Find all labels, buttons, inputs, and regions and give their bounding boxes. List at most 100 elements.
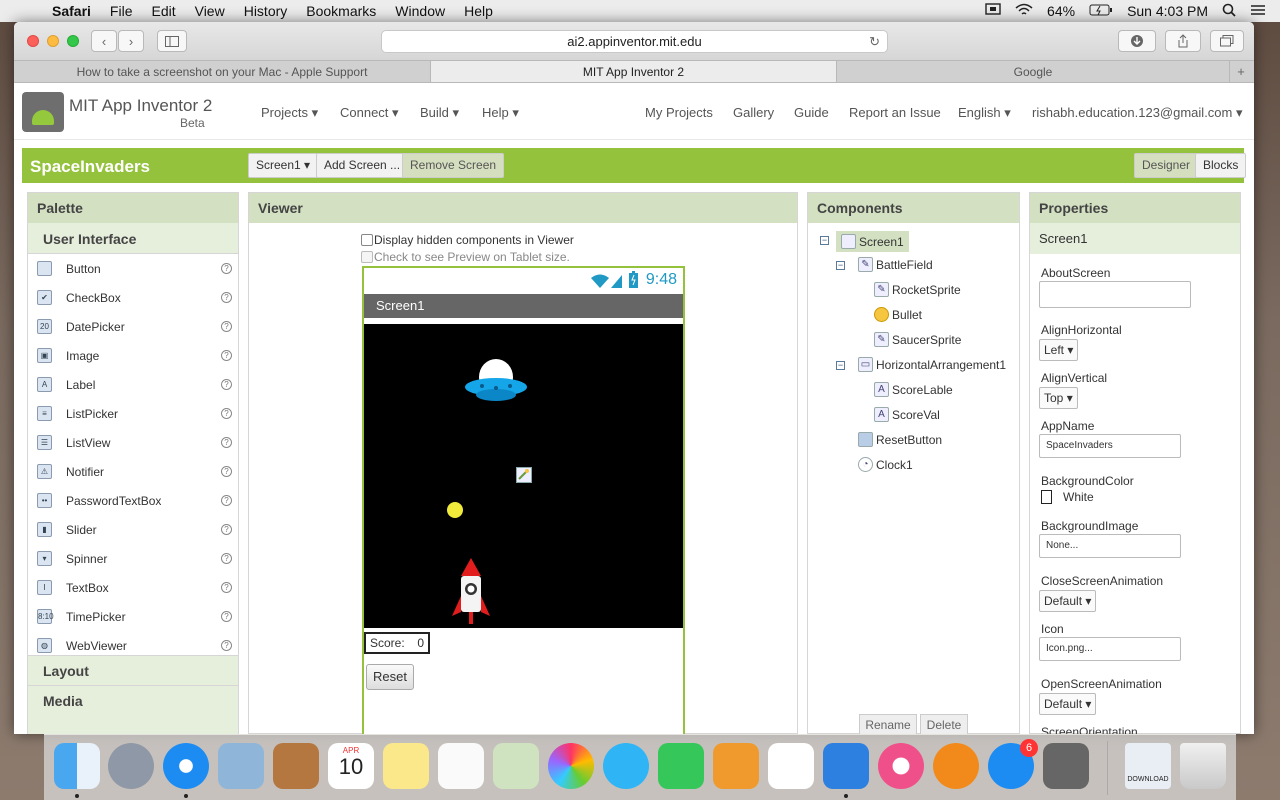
- tree-clock1[interactable]: ◔ Clock1: [858, 457, 913, 472]
- close-window-button[interactable]: [27, 35, 39, 47]
- rename-button[interactable]: Rename: [859, 714, 917, 734]
- report-issue-link[interactable]: Report an Issue: [849, 105, 941, 120]
- facetime-icon[interactable]: [658, 743, 704, 789]
- trash-icon[interactable]: [1180, 743, 1226, 789]
- help-icon[interactable]: ?: [221, 408, 232, 419]
- new-tab-button[interactable]: +: [1230, 61, 1252, 82]
- minimize-window-button[interactable]: [47, 35, 59, 47]
- sidebar-button[interactable]: [157, 30, 187, 52]
- forward-button[interactable]: ›: [118, 30, 144, 52]
- keynote-icon[interactable]: [823, 743, 869, 789]
- palette-item-passwordtextbox[interactable]: •• PasswordTextBox?: [28, 486, 238, 515]
- saucer-sprite[interactable]: [464, 357, 528, 407]
- menu-view[interactable]: View: [195, 3, 225, 19]
- media-section[interactable]: Media: [28, 685, 238, 734]
- ball-sprite[interactable]: [446, 501, 464, 519]
- collapse-battlefield-toggle[interactable]: −: [836, 261, 845, 270]
- pages-icon[interactable]: [713, 743, 759, 789]
- icon-input[interactable]: Icon.png...: [1039, 637, 1181, 661]
- connect-menu[interactable]: Connect ▾: [340, 105, 399, 121]
- mail-stamp-icon[interactable]: [218, 743, 264, 789]
- notification-center-icon[interactable]: [1250, 3, 1266, 19]
- tab-google[interactable]: Google: [837, 61, 1230, 82]
- help-menu[interactable]: Help ▾: [482, 105, 519, 121]
- photos-icon[interactable]: [548, 743, 594, 789]
- menu-help[interactable]: Help: [464, 3, 493, 19]
- maps-icon[interactable]: [493, 743, 539, 789]
- tree-horizontalarrangement1[interactable]: ▭ HorizontalArrangement1: [858, 357, 1006, 372]
- help-icon[interactable]: ?: [221, 321, 232, 332]
- help-icon[interactable]: ?: [221, 524, 232, 535]
- menu-window[interactable]: Window: [395, 3, 445, 19]
- tree-saucersprite[interactable]: ✎ SaucerSprite: [874, 332, 961, 347]
- reload-icon[interactable]: ↻: [869, 31, 880, 52]
- layout-section[interactable]: Layout: [28, 655, 238, 685]
- remove-screen-button[interactable]: Remove Screen: [402, 153, 505, 178]
- language-menu[interactable]: English ▾: [958, 105, 1011, 121]
- guide-link[interactable]: Guide: [794, 105, 829, 120]
- help-icon[interactable]: ?: [221, 495, 232, 506]
- help-icon[interactable]: ?: [221, 350, 232, 361]
- palette-item-listpicker[interactable]: ≡ ListPicker?: [28, 399, 238, 428]
- blocks-button[interactable]: Blocks: [1195, 153, 1247, 178]
- display-hidden-checkbox[interactable]: [361, 234, 373, 246]
- menu-safari[interactable]: Safari: [52, 3, 91, 19]
- palette-item-spinner[interactable]: ▾ Spinner?: [28, 544, 238, 573]
- palette-item-listview[interactable]: ☰ ListView?: [28, 428, 238, 457]
- tree-bullet[interactable]: Bullet: [874, 307, 922, 322]
- about-screen-textarea[interactable]: [1039, 281, 1191, 308]
- reset-button-preview[interactable]: Reset: [366, 664, 414, 690]
- help-icon[interactable]: ?: [221, 379, 232, 390]
- projects-menu[interactable]: Projects ▾: [261, 105, 318, 121]
- help-icon[interactable]: ?: [221, 640, 232, 651]
- rocket-sprite[interactable]: [450, 556, 492, 626]
- palette-item-datepicker[interactable]: 20 DatePicker?: [28, 312, 238, 341]
- battery-icon[interactable]: [1089, 3, 1113, 19]
- tab-app-inventor[interactable]: MIT App Inventor 2: [431, 61, 837, 82]
- battlefield-canvas[interactable]: [364, 324, 683, 628]
- help-icon[interactable]: ?: [221, 611, 232, 622]
- bullet-sprite[interactable]: [516, 467, 532, 483]
- add-screen-button[interactable]: Add Screen ...: [316, 153, 409, 178]
- palette-item-textbox[interactable]: I TextBox?: [28, 573, 238, 602]
- tree-rocketsprite[interactable]: ✎ RocketSprite: [874, 282, 961, 297]
- build-menu[interactable]: Build ▾: [420, 105, 459, 121]
- wifi-icon[interactable]: [1015, 3, 1033, 20]
- share-button[interactable]: [1165, 30, 1201, 52]
- downloads-button[interactable]: [1118, 30, 1156, 52]
- reminders-icon[interactable]: [438, 743, 484, 789]
- back-button[interactable]: ‹: [91, 30, 117, 52]
- help-icon[interactable]: ?: [221, 466, 232, 477]
- safari-dock-icon[interactable]: [163, 743, 209, 789]
- app-inventor-logo[interactable]: [22, 92, 64, 132]
- user-interface-section[interactable]: User Interface: [28, 223, 238, 254]
- help-icon[interactable]: ?: [221, 553, 232, 564]
- app-store-icon[interactable]: 6: [988, 739, 1038, 789]
- designer-button[interactable]: Designer: [1134, 153, 1199, 178]
- contacts-icon[interactable]: [273, 743, 319, 789]
- tree-resetbutton[interactable]: ResetButton: [858, 432, 942, 447]
- tree-screen1[interactable]: Screen1: [836, 231, 909, 252]
- close-screen-animation-select[interactable]: Default ▾: [1039, 590, 1097, 612]
- tab-overview-button[interactable]: [1210, 30, 1244, 52]
- tree-scorelable[interactable]: A ScoreLable: [874, 382, 953, 397]
- spotlight-search-icon[interactable]: [1222, 3, 1236, 20]
- help-icon[interactable]: ?: [221, 437, 232, 448]
- menu-file[interactable]: File: [110, 3, 133, 19]
- finder-icon[interactable]: [54, 743, 100, 789]
- delete-button[interactable]: Delete: [920, 714, 968, 734]
- menu-history[interactable]: History: [244, 3, 288, 19]
- palette-item-image[interactable]: ▣ Image?: [28, 341, 238, 370]
- address-bar[interactable]: ai2.appinventor.mit.edu ↻: [381, 30, 888, 53]
- palette-item-timepicker[interactable]: 8:10 TimePicker?: [28, 602, 238, 631]
- align-vertical-select[interactable]: Top ▾: [1039, 387, 1078, 409]
- notes-icon[interactable]: [383, 743, 429, 789]
- zoom-window-button[interactable]: [67, 35, 79, 47]
- screen-select-dropdown[interactable]: Screen1 ▾: [248, 153, 319, 178]
- tree-battlefield[interactable]: ✎ BattleField: [858, 257, 933, 272]
- messages-icon[interactable]: [603, 743, 649, 789]
- itunes-icon[interactable]: [878, 743, 924, 789]
- align-horizontal-select[interactable]: Left ▾: [1039, 339, 1079, 361]
- palette-item-checkbox[interactable]: ✔ CheckBox?: [28, 283, 238, 312]
- tablet-preview-checkbox[interactable]: [361, 251, 373, 263]
